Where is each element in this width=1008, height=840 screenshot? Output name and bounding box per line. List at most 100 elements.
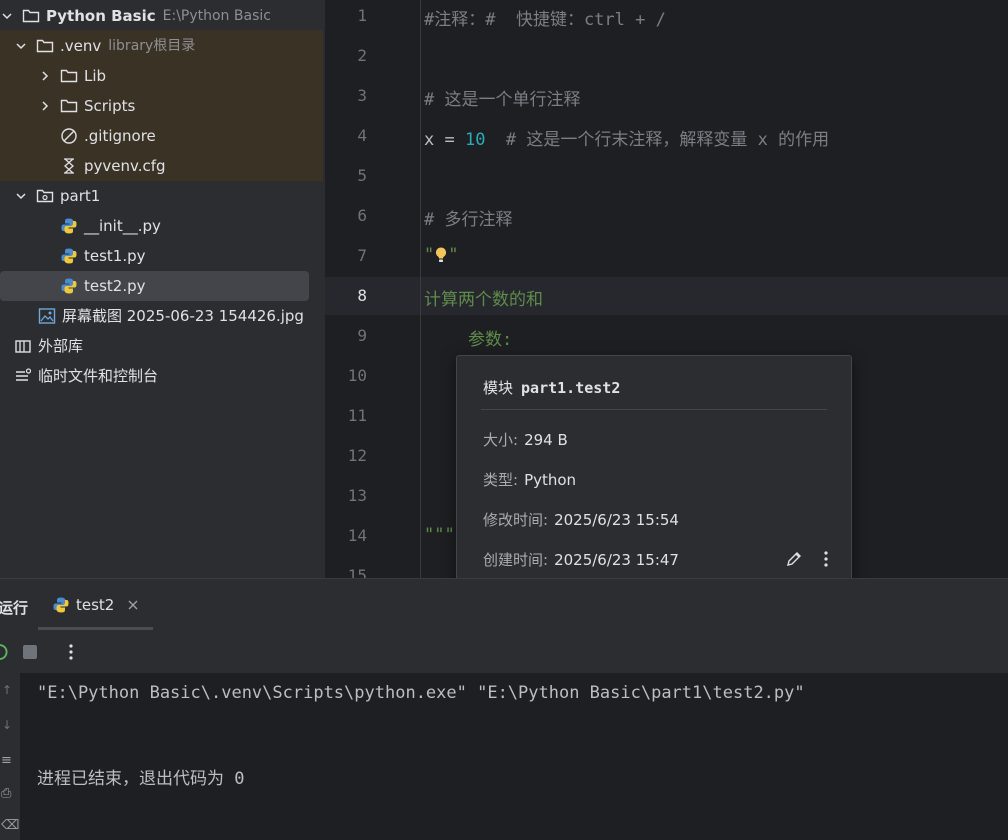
chevron-down-icon[interactable] (14, 189, 28, 203)
tree-item-label: 临时文件和控制台 (38, 367, 159, 385)
type-label: 类型: (483, 471, 519, 489)
code-line-8[interactable]: 计算两个数的和 (424, 285, 543, 310)
line-number[interactable]: 3 (325, 86, 367, 105)
created-value: 2025/6/23 15:47 (554, 551, 679, 569)
scratches-icon (14, 367, 32, 385)
more-options-icon[interactable] (816, 549, 836, 569)
line-number[interactable]: 15 (325, 566, 367, 578)
tree-item-gitignore[interactable]: .gitignore (60, 121, 156, 151)
run-tool-window-header: 运行 test2 (0, 578, 1008, 632)
ignored-file-icon (60, 127, 78, 145)
console-side-toolbar: ↑ ↓ ≡ ⎙ ⌫ (0, 673, 20, 840)
run-toolbar (0, 631, 1008, 673)
tree-item-init-py[interactable]: __init__.py (60, 211, 161, 241)
docstring-quote: " (448, 245, 459, 265)
modified-value: 2025/6/23 15:54 (554, 511, 679, 529)
tree-item-external-libraries[interactable]: 外部库 (14, 331, 83, 361)
indent-guide (420, 0, 421, 578)
lightbulb-icon[interactable] (434, 246, 448, 264)
scroll-down-icon[interactable]: ↓ (2, 718, 12, 732)
run-tab-label: test2 (76, 595, 115, 614)
stop-icon[interactable] (22, 644, 38, 660)
line-number[interactable]: 14 (325, 526, 367, 545)
config-file-icon (60, 157, 78, 175)
close-tab-icon[interactable] (128, 600, 138, 610)
image-file-icon (38, 307, 56, 325)
console-exit-line: 进程已结束，退出代码为 0 (37, 769, 245, 789)
code-line-9[interactable]: 参数: (468, 325, 512, 350)
line-number[interactable]: 1 (325, 6, 367, 25)
run-title-text: 运行 (0, 599, 29, 617)
console-command-line: "E:\Python Basic\.venv\Scripts\python.ex… (37, 683, 805, 703)
line-number[interactable]: 11 (325, 406, 367, 425)
code-line-7[interactable]: " " (424, 245, 459, 265)
delete-icon[interactable]: ⌫ (1, 818, 19, 833)
python-file-icon (60, 217, 78, 235)
tree-item-label: .venv (60, 37, 102, 55)
tree-item-label: Lib (84, 67, 107, 85)
edit-pencil-icon[interactable] (784, 549, 804, 569)
code-line-4[interactable]: x = 10 # 这是一个行末注释，解释变量 x 的作用 (424, 125, 829, 150)
popup-modified-row: 修改时间: 2025/6/23 15:54 (483, 509, 679, 530)
tree-item-scripts[interactable]: Scripts (38, 91, 135, 121)
line-number[interactable]: 6 (325, 206, 367, 225)
line-number[interactable]: 9 (325, 326, 367, 345)
size-label: 大小: (483, 431, 519, 449)
tree-item-screenshot-jpg[interactable]: 屏幕截图 2025-06-23 154426.jpg (38, 301, 304, 331)
number-literal: 10 (464, 130, 486, 150)
code-text: x = (424, 130, 465, 150)
python-file-icon (60, 277, 78, 295)
inline-comment: # 这是一个行末注释，解释变量 x 的作用 (485, 130, 830, 150)
line-number[interactable]: 2 (325, 46, 367, 65)
tree-item-test2-py[interactable]: test2.py (0, 271, 309, 301)
tree-item-label: test1.py (84, 247, 146, 265)
code-line-14[interactable]: """ (424, 525, 455, 545)
more-options-icon[interactable] (68, 643, 74, 661)
project-path: E:\Python Basic (162, 8, 271, 24)
rerun-icon[interactable] (0, 643, 8, 661)
tree-root-python-basic[interactable]: Python Basic E:\Python Basic (0, 1, 271, 31)
chevron-down-icon[interactable] (14, 39, 28, 53)
tree-item-part1[interactable]: part1 (14, 181, 100, 211)
python-file-icon (52, 596, 70, 614)
tree-item-test1-py[interactable]: test1.py (60, 241, 146, 271)
run-console-output[interactable]: "E:\Python Basic\.venv\Scripts\python.ex… (20, 673, 1008, 840)
line-number-current[interactable]: 8 (325, 286, 367, 305)
line-number[interactable]: 4 (325, 126, 367, 145)
file-info-popup: 模块 part1.test2 大小: 294 B 类型: Python 修改时间: 20… (456, 355, 852, 592)
chevron-right-icon[interactable] (38, 69, 52, 83)
print-icon[interactable]: ⎙ (1, 786, 11, 801)
scroll-up-icon[interactable]: ↑ (2, 683, 12, 697)
line-number[interactable]: 12 (325, 446, 367, 465)
tree-item-label: part1 (60, 187, 101, 205)
type-value: Python (524, 471, 577, 489)
tree-item-lib[interactable]: Lib (38, 61, 106, 91)
popup-type-row: 类型: Python (483, 469, 576, 490)
modified-label: 修改时间: (483, 511, 549, 529)
docstring-quote: " (424, 245, 435, 265)
folder-icon (22, 7, 40, 25)
size-value: 294 B (524, 431, 568, 449)
folder-icon (60, 67, 78, 85)
line-number[interactable]: 13 (325, 486, 367, 505)
code-line-6[interactable]: # 多行注释 (424, 205, 512, 230)
tree-item-label: Scripts (84, 97, 136, 115)
tree-item-pyvenv-cfg[interactable]: pyvenv.cfg (60, 151, 166, 181)
project-tree: Python Basic E:\Python Basic .venv libra… (0, 0, 325, 578)
code-line-1[interactable]: #注释：# 快捷键：ctrl + / (424, 5, 666, 30)
line-number[interactable]: 10 (325, 366, 367, 385)
tree-item-scratches-consoles[interactable]: 临时文件和控制台 (14, 361, 158, 391)
tree-item-label: 屏幕截图 2025-06-23 154426.jpg (62, 307, 304, 325)
project-name: Python Basic (46, 7, 156, 25)
soft-wrap-icon[interactable]: ≡ (1, 753, 12, 768)
run-title: 运行 (0, 597, 28, 618)
chevron-down-icon[interactable] (0, 9, 14, 23)
line-number[interactable]: 7 (325, 246, 367, 265)
chevron-right-icon[interactable] (38, 99, 52, 113)
active-tab-indicator (38, 627, 153, 630)
tree-item-venv[interactable]: .venv library根目录 (14, 31, 195, 61)
popup-created-row: 创建时间: 2025/6/23 15:47 (483, 549, 679, 570)
line-number[interactable]: 5 (325, 166, 367, 185)
run-tab-test2[interactable]: test2 (38, 579, 153, 630)
code-line-3[interactable]: # 这是一个单行注释 (424, 85, 580, 110)
